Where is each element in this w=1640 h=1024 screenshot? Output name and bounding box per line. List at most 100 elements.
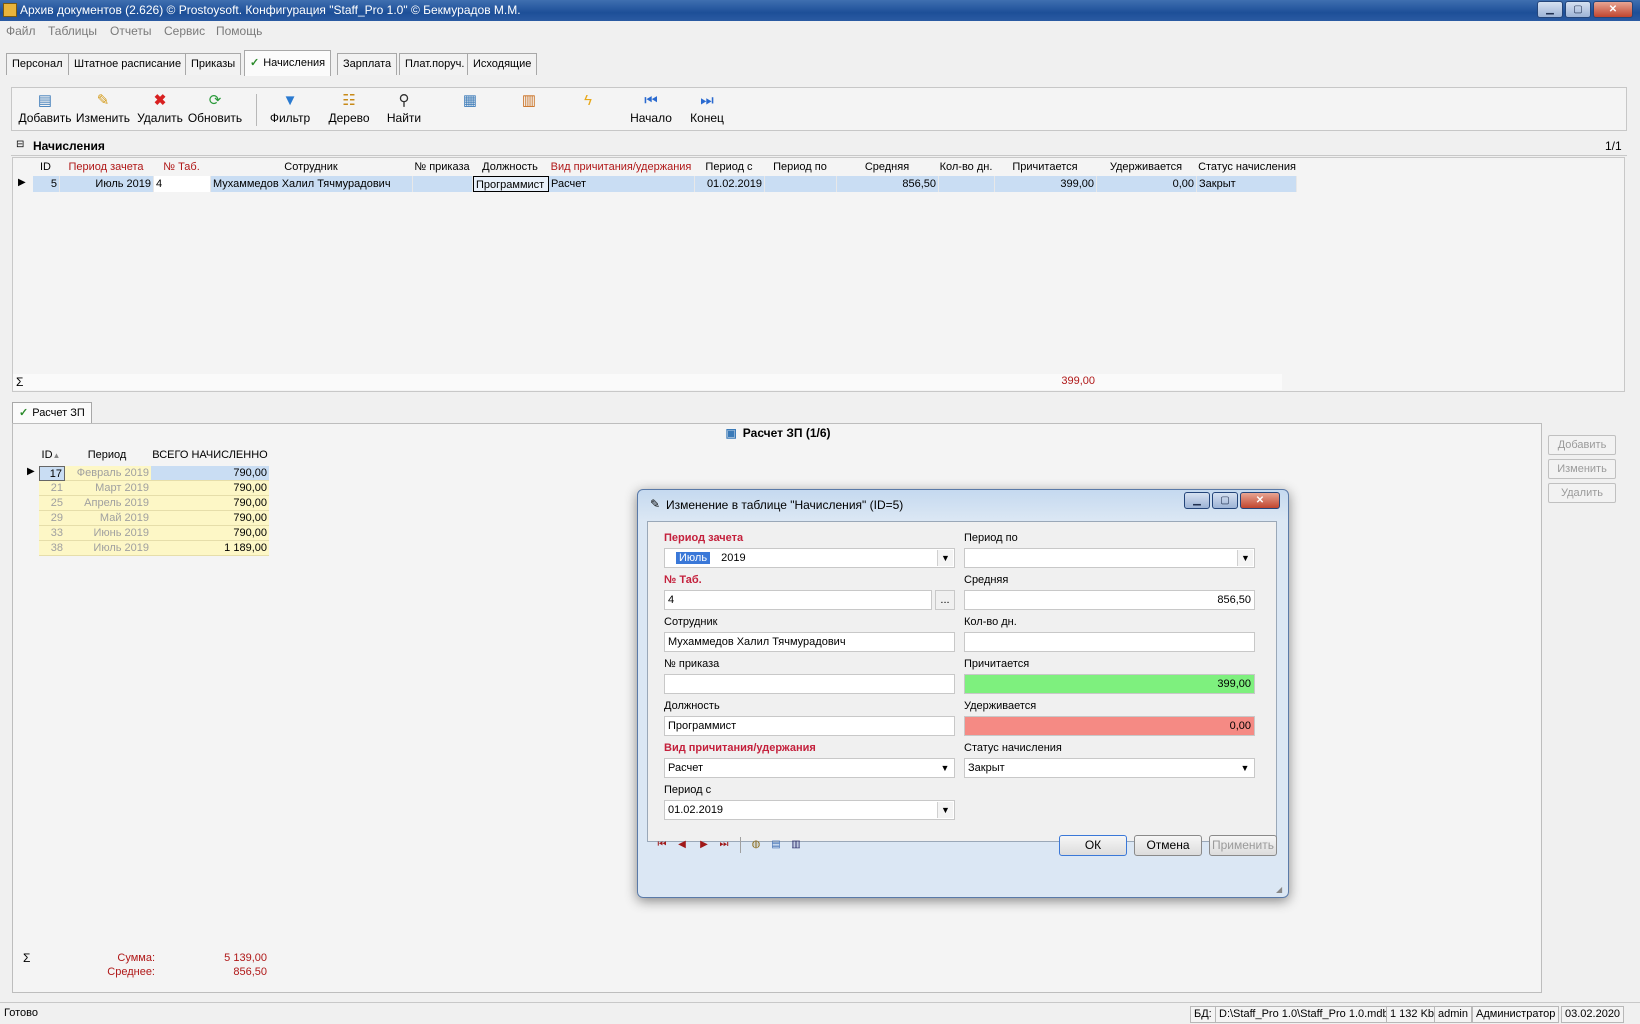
find-button[interactable]: ⚲ Найти [384,92,424,128]
cell-total[interactable]: 790,00 [151,511,269,526]
column-header-due[interactable]: Причитается [995,159,1095,175]
form-icon[interactable]: ▤ [768,837,784,853]
resize-grip-icon[interactable]: ◢ [1276,885,1282,894]
close-button[interactable]: ✕ [1593,1,1633,18]
calc-add-button[interactable]: Добавить [1548,435,1616,455]
cell-period[interactable]: Июль 2019 [60,176,154,192]
tab-outgoing[interactable]: Исходящие [467,53,538,75]
next-record-icon[interactable]: ▶ [696,837,712,853]
cell-total[interactable]: 790,00 [151,526,269,541]
tab-salary-calc[interactable]: ✓ Расчет ЗП [12,402,92,424]
employee-input[interactable]: Мухаммедов Халил Тячмурадович [664,632,955,652]
delete-button[interactable]: ✖ Удалить [136,92,184,128]
cell-period[interactable]: Июнь 2019 [65,526,151,541]
column-header-from[interactable]: Период с [695,159,763,175]
cell-id[interactable]: 5 [33,176,60,192]
collapse-icon[interactable]: ⊟ [16,139,24,150]
report-icon[interactable]: ▥ [788,837,804,853]
order-input[interactable] [664,674,955,694]
column-header-id[interactable]: ID▲ [39,448,63,463]
cancel-button[interactable]: Отмена [1134,835,1202,856]
column-header-kind[interactable]: Вид причитания/удержания [549,159,693,175]
browse-button[interactable]: ... [935,590,955,610]
edit-button[interactable]: ✎ Изменить [75,92,131,128]
cell-period[interactable]: Май 2019 [65,511,151,526]
cell-total[interactable]: 1 189,00 [151,541,269,556]
cell-from[interactable]: 01.02.2019 [695,176,765,192]
cell-period[interactable]: Апрель 2019 [65,496,151,511]
cell-due[interactable]: 399,00 [995,176,1097,192]
cell-total[interactable]: 790,00 [151,466,269,481]
ok-button[interactable]: ОК [1059,835,1127,856]
first-record-icon[interactable]: ⏮ [654,837,670,853]
tab-salary[interactable]: Зарплата [337,53,398,75]
cell-id[interactable]: 17 [39,466,65,481]
column-header-period[interactable]: Период зачета [60,159,152,175]
column-header-avg[interactable]: Средняя [837,159,937,175]
cell-id[interactable]: 21 [39,481,65,496]
cell-id[interactable]: 29 [39,511,65,526]
filter-button[interactable]: ▼ Фильтр [267,92,313,128]
column-header-status[interactable]: Статус начисления [1197,159,1297,175]
columns-button[interactable]: ▥ [517,92,541,128]
menu-service[interactable]: Сервис [164,24,205,38]
to-date-select[interactable]: ▼ [964,548,1255,568]
apply-button[interactable]: Применить [1209,835,1277,856]
cell-kind[interactable]: Расчет [549,176,695,192]
tab-accruals[interactable]: ✓ Начисления [244,50,332,76]
tab-payment-orders[interactable]: Плат.поруч. [399,53,471,75]
tree-button[interactable]: ☷ Дерево [326,92,372,128]
table-settings-button[interactable]: ▦ [458,92,482,128]
cell-tab[interactable]: 4 [154,176,211,192]
tab-staffing[interactable]: Штатное расписание [68,53,188,75]
cell-position[interactable]: Программист [473,176,549,192]
cell-order[interactable] [413,176,473,192]
column-header-period[interactable]: Период [65,448,149,463]
cell-status[interactable]: Закрыт [1197,176,1297,192]
previous-record-icon[interactable]: ◀ [674,837,690,853]
menu-reports[interactable]: Отчеты [110,24,151,38]
cell-period[interactable]: Февраль 2019 [65,466,151,481]
maximize-button[interactable]: ▢ [1565,1,1591,18]
from-date-select[interactable]: 01.02.2019 ▼ [664,800,955,820]
column-header-tab[interactable]: № Таб. [154,159,209,175]
menu-file[interactable]: Файл [6,24,36,38]
withheld-input[interactable]: 0,00 [964,716,1255,736]
due-input[interactable]: 399,00 [964,674,1255,694]
column-header-id[interactable]: ID [33,159,58,175]
end-button[interactable]: ⏭ Конец [684,92,730,128]
column-header-employee[interactable]: Сотрудник [211,159,411,175]
cell-avg[interactable]: 856,50 [837,176,939,192]
cell-period[interactable]: Март 2019 [65,481,151,496]
cell-id[interactable]: 38 [39,541,65,556]
days-input[interactable] [964,632,1255,652]
column-header-position[interactable]: Должность [473,159,547,175]
menu-help[interactable]: Помощь [216,24,262,38]
cell-id[interactable]: 25 [39,496,65,511]
dialog-close-button[interactable]: ✕ [1240,492,1280,509]
globe-icon[interactable]: ◍ [748,837,764,853]
kind-select[interactable]: Расчет ▼ [664,758,955,778]
refresh-button[interactable]: ⟳ Обновить [187,92,243,128]
dialog-maximize-button[interactable]: ▢ [1212,492,1238,509]
status-select[interactable]: Закрыт ▼ [964,758,1255,778]
column-header-order[interactable]: № приказа [413,159,471,175]
last-record-icon[interactable]: ⏭ [716,837,732,853]
calc-delete-button[interactable]: Удалить [1548,483,1616,503]
column-header-total[interactable]: ВСЕГО НАЧИСЛЕННО [151,448,269,463]
column-header-to[interactable]: Период по [765,159,835,175]
cell-id[interactable]: 33 [39,526,65,541]
column-header-withheld[interactable]: Удерживается [1097,159,1195,175]
cell-employee[interactable]: Мухаммедов Халил Тячмурадович [211,176,413,192]
dialog-minimize-button[interactable]: ▁ [1184,492,1210,509]
period-select[interactable]: Июль 2019 ▼ [664,548,955,568]
menu-tables[interactable]: Таблицы [48,24,97,38]
cell-total[interactable]: 790,00 [151,496,269,511]
calc-edit-button[interactable]: Изменить [1548,459,1616,479]
tab-personnel[interactable]: Персонал [6,53,69,75]
column-header-days[interactable]: Кол-во дн. [939,159,993,175]
action-button[interactable]: ϟ [576,92,600,128]
start-button[interactable]: ⏮ Начало [626,92,676,128]
minimize-button[interactable]: ▁ [1537,1,1563,18]
cell-period[interactable]: Июль 2019 [65,541,151,556]
